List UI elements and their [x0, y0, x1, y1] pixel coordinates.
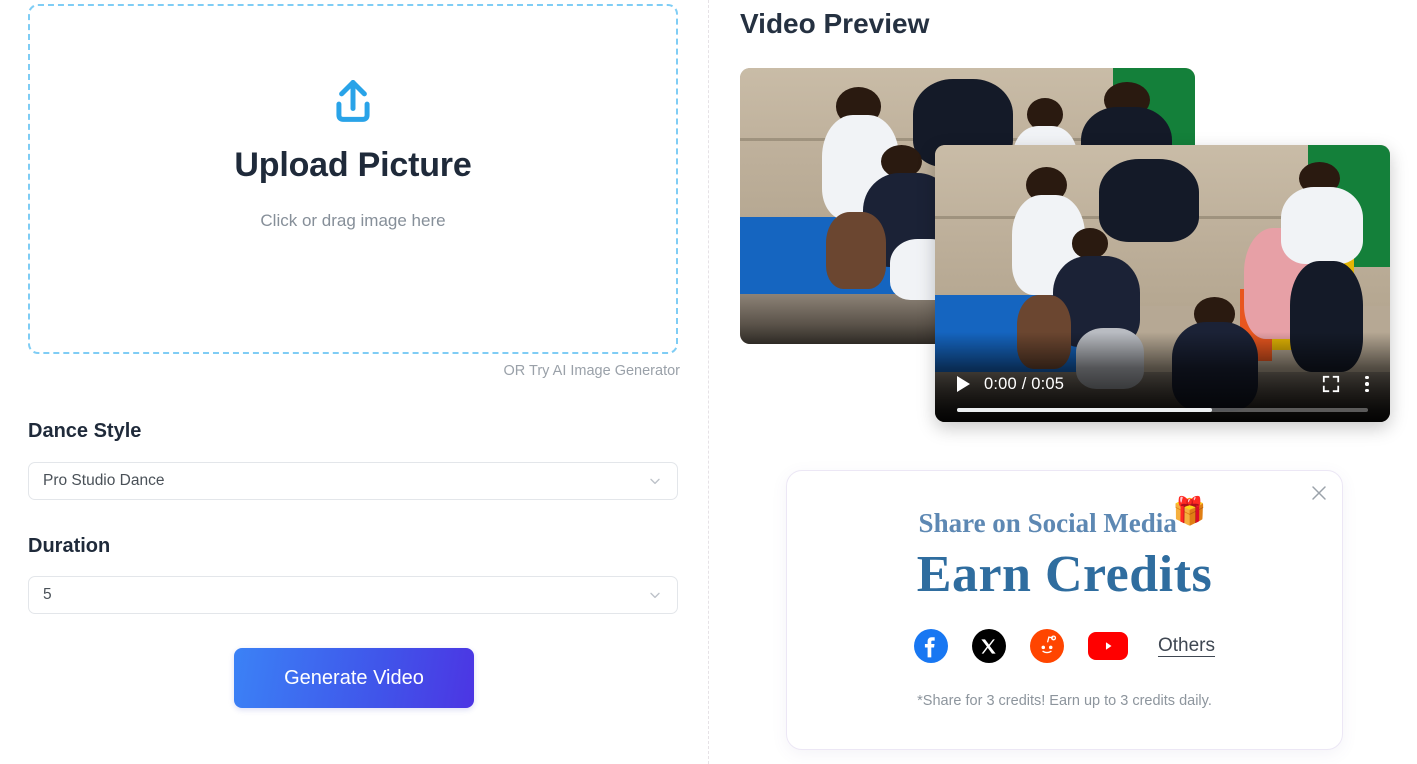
- upload-form-panel: Upload Picture Click or drag image here …: [0, 0, 708, 764]
- dance-style-select[interactable]: Pro Studio Dance: [28, 462, 678, 500]
- others-share-link[interactable]: Others: [1158, 635, 1215, 657]
- share-card-subheading: Earn Credits: [916, 546, 1213, 603]
- duration-select[interactable]: 5: [28, 576, 678, 614]
- video-player[interactable]: 0:00 / 0:05: [935, 145, 1390, 422]
- upload-dropzone[interactable]: Upload Picture Click or drag image here: [28, 4, 678, 354]
- fullscreen-icon[interactable]: [1322, 375, 1340, 393]
- youtube-glyph: [1105, 642, 1112, 650]
- video-preview-panel: Video Preview 0:00 / 0:05 Share on Socia…: [708, 0, 1417, 764]
- x-twitter-icon[interactable]: [971, 629, 1006, 663]
- video-progress-bar[interactable]: [957, 408, 1368, 412]
- ai-image-generator-link[interactable]: AI Image Generator: [553, 363, 680, 379]
- gift-icon: 🎁: [1172, 496, 1207, 527]
- duration-value: 5: [43, 586, 52, 603]
- share-card-note: *Share for 3 credits! Earn up to 3 credi…: [917, 693, 1212, 709]
- kebab-menu-icon[interactable]: [1358, 374, 1376, 394]
- video-controls-bar: 0:00 / 0:05: [935, 332, 1390, 422]
- page-title: Video Preview: [740, 8, 930, 39]
- reddit-glyph: [1041, 635, 1057, 654]
- video-progress-fill: [957, 408, 1212, 412]
- dropzone-title: Upload Picture: [234, 146, 472, 184]
- share-card-heading: Share on Social Media🎁: [787, 496, 1342, 539]
- or-try-prefix: OR Try: [503, 363, 550, 379]
- facebook-icon[interactable]: [913, 629, 948, 663]
- dance-style-value: Pro Studio Dance: [43, 472, 165, 489]
- play-icon[interactable]: [957, 376, 970, 392]
- share-earn-credits-card: Share on Social Media🎁 Earn Credits Othe…: [786, 470, 1343, 750]
- youtube-icon[interactable]: [1087, 632, 1128, 660]
- facebook-glyph: [924, 637, 935, 658]
- duration-label: Duration: [28, 535, 111, 557]
- x-glyph: [981, 638, 997, 654]
- close-icon[interactable]: [1308, 482, 1330, 504]
- share-card-heading-text: Share on Social Media: [918, 508, 1177, 538]
- video-time-display: 0:00 / 0:05: [984, 374, 1065, 393]
- chevron-down-icon: [650, 478, 660, 485]
- upload-icon: [336, 80, 370, 122]
- chevron-down-icon: [650, 592, 660, 599]
- or-try-row: OR Try AI Image Generator: [504, 363, 681, 379]
- social-share-row: Others: [787, 629, 1342, 663]
- reddit-icon[interactable]: [1029, 629, 1064, 663]
- dance-style-label: Dance Style: [28, 420, 142, 442]
- dropzone-subtitle: Click or drag image here: [260, 211, 446, 230]
- generate-video-button[interactable]: Generate Video: [234, 648, 474, 708]
- app-root: Upload Picture Click or drag image here …: [0, 0, 1417, 764]
